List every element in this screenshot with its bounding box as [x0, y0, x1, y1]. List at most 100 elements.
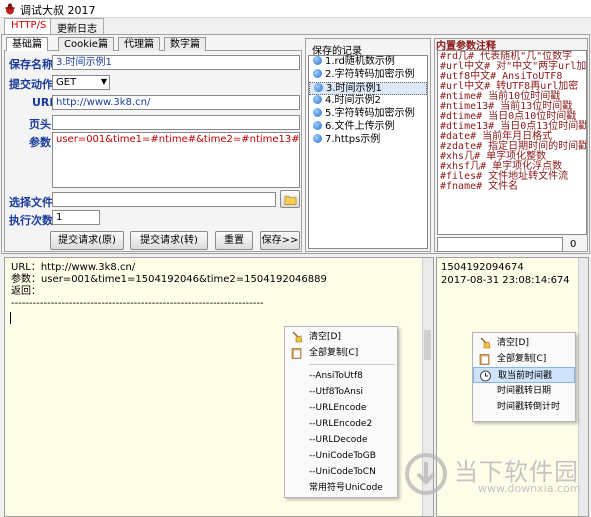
count-field[interactable]: 1	[52, 210, 100, 225]
saved-item[interactable]: 2.字符转码加密示例	[309, 69, 427, 82]
globe-icon	[313, 95, 322, 104]
submit-raw-button[interactable]: 提交请求(原)	[50, 231, 124, 250]
tab-https-label: HTTP/S	[11, 20, 47, 31]
clipboard-icon	[291, 348, 302, 359]
menu-clear[interactable]: 清空[D]	[285, 329, 397, 345]
saved-item-label: 5.字符转码加密示例	[325, 108, 415, 119]
saved-item-label: 1.rd随机数示例	[325, 56, 395, 67]
params-textarea[interactable]: user=001&time1=#ntime#&time2=#ntime13#	[52, 132, 300, 188]
browse-button[interactable]	[280, 190, 300, 208]
action-label: 提交动作	[9, 78, 53, 91]
menu-clear-label: 清空[D]	[497, 338, 529, 348]
name-label: 保存名称	[9, 58, 53, 71]
header-field[interactable]	[52, 115, 300, 130]
saved-item[interactable]: 7.https示例	[309, 134, 427, 147]
watermark-logo-icon	[405, 453, 447, 495]
menu-urlencode[interactable]: --URLEncode	[285, 400, 397, 416]
subtab-proxy[interactable]: 代理篇	[118, 37, 160, 51]
app-bug-icon	[5, 3, 15, 15]
chevron-down-icon: ▼	[100, 77, 107, 86]
datetime-value: 2017-08-31 23:08:14:674	[441, 275, 570, 286]
menu-unicode-to-gb[interactable]: --UniCodeToGB	[285, 448, 397, 464]
broom-icon	[292, 331, 303, 343]
context-menu-timestamp: 清空[D] 全部复制[C] 取当前时间戳 时间戳转日期 时间戳转倒计时	[472, 332, 576, 422]
file-field[interactable]	[52, 192, 276, 207]
saved-item-label: 2.字符转码加密示例	[325, 69, 415, 80]
output-return-line: 返回：	[11, 286, 41, 297]
output-url-line: URL：http://www.3k8.cn/	[11, 262, 136, 273]
reset-button[interactable]: 重置	[215, 231, 253, 250]
reference-page-value: 0	[570, 239, 577, 250]
output-params-line: 参数：user=001&time1=1504192046&time2=15041…	[11, 274, 327, 285]
menu-ansi-to-utf8[interactable]: --AnsiToUtf8	[285, 368, 397, 384]
action-select[interactable]: GET ▼	[52, 75, 110, 90]
saved-item[interactable]: 1.rd随机数示例	[309, 56, 427, 69]
action-select-value: GET	[56, 77, 77, 88]
params-label: 参数	[29, 136, 51, 149]
submit-converted-button[interactable]: 提交请求(转)	[130, 231, 208, 250]
subtab-number[interactable]: 数字篇	[164, 37, 206, 51]
menu-clear[interactable]: 清空[D]	[473, 335, 575, 351]
subtab-proxy-label: 代理篇	[124, 39, 154, 50]
saved-item-label: 4.时间示例2	[325, 95, 381, 106]
menu-unicode-to-cn[interactable]: --UniCodeToCN	[285, 464, 397, 480]
menu-copy-all[interactable]: 全部复制[C]	[473, 351, 575, 367]
menu-timestamp-to-countdown[interactable]: 时间戳转倒计时	[473, 399, 575, 415]
header-label: 页头	[29, 118, 51, 131]
menu-urlencode2[interactable]: --URLEncode2	[285, 416, 397, 432]
folder-icon	[284, 195, 296, 206]
globe-icon	[314, 83, 323, 92]
saved-item[interactable]: 5.字符转码加密示例	[309, 108, 427, 121]
subtab-number-label: 数字篇	[170, 39, 200, 50]
tab-changelog[interactable]: 更新日志	[50, 18, 104, 35]
menu-copy-all-label: 全部复制[C]	[309, 348, 359, 358]
menu-clear-label: 清空[D]	[309, 332, 341, 342]
broom-icon	[480, 337, 491, 349]
text-cursor	[10, 312, 11, 324]
menu-copy-all[interactable]: 全部复制[C]	[285, 345, 397, 361]
url-field[interactable]: http://www.3k8.cn/	[52, 95, 300, 110]
count-label: 执行次数	[9, 214, 53, 227]
menu-utf8-to-ansi[interactable]: --Utf8ToAnsi	[285, 384, 397, 400]
saved-records-list[interactable]: 1.rd随机数示例 2.字符转码加密示例 3.时间示例1 4.时间示例2 5.字…	[308, 55, 428, 249]
globe-icon	[313, 69, 322, 78]
clipboard-icon	[479, 354, 490, 365]
saved-item-label: 7.https示例	[325, 134, 381, 145]
menu-timestamp-to-date[interactable]: 时间戳转日期	[473, 383, 575, 399]
watermark-url: www.downxia.com	[478, 482, 581, 495]
clock-icon	[480, 370, 491, 382]
right-output-scrollbar[interactable]	[578, 258, 588, 516]
reference-line: #fname# 文件名	[440, 181, 519, 192]
subtab-basic[interactable]: 基础篇	[6, 37, 48, 51]
timestamp-value: 1504192094674	[441, 262, 524, 273]
saved-item-selected[interactable]: 3.时间示例1	[309, 82, 427, 95]
output-separator: ----------------------------------------…	[11, 298, 264, 309]
menu-urldecode[interactable]: --URLDecode	[285, 432, 397, 448]
menu-separator	[309, 364, 395, 365]
reference-input[interactable]	[437, 237, 563, 252]
file-label: 选择文件	[9, 196, 53, 209]
title-bar: 调试大叔 2017	[0, 0, 591, 18]
globe-icon	[313, 134, 322, 143]
reference-list: #rd几# 代表随机"几"位数字 #url中文# 对"中文"两字url加密 #u…	[437, 50, 587, 235]
globe-icon	[313, 56, 322, 65]
output-scrollbar-thumb[interactable]	[424, 330, 431, 360]
subtab-cookie[interactable]: Cookie篇	[58, 37, 114, 51]
subtab-basic-label: 基础篇	[12, 39, 42, 50]
saved-item-label: 6.文件上传示例	[325, 121, 395, 132]
save-button[interactable]: 保存>>	[260, 231, 300, 250]
context-menu-output: 清空[D] 全部复制[C] --AnsiToUtf8 --Utf8ToAnsi …	[284, 326, 398, 498]
menu-common-symbols-unicode[interactable]: 常用符号UniCode	[285, 480, 397, 496]
tab-https[interactable]: HTTP/S	[4, 18, 54, 35]
menu-get-current-timestamp-label: 取当前时间戳	[498, 371, 553, 381]
saved-item[interactable]: 4.时间示例2	[309, 95, 427, 108]
window-title: 调试大叔 2017	[20, 4, 96, 17]
name-field[interactable]: 3.时间示例1	[52, 55, 300, 70]
menu-copy-all-label: 全部复制[C]	[497, 354, 547, 364]
saved-item-label: 3.时间示例1	[326, 83, 382, 94]
globe-icon	[313, 108, 322, 117]
subtab-cookie-label: Cookie篇	[64, 39, 108, 50]
saved-item[interactable]: 6.文件上传示例	[309, 121, 427, 134]
menu-get-current-timestamp[interactable]: 取当前时间戳	[473, 367, 575, 383]
globe-icon	[313, 121, 322, 130]
